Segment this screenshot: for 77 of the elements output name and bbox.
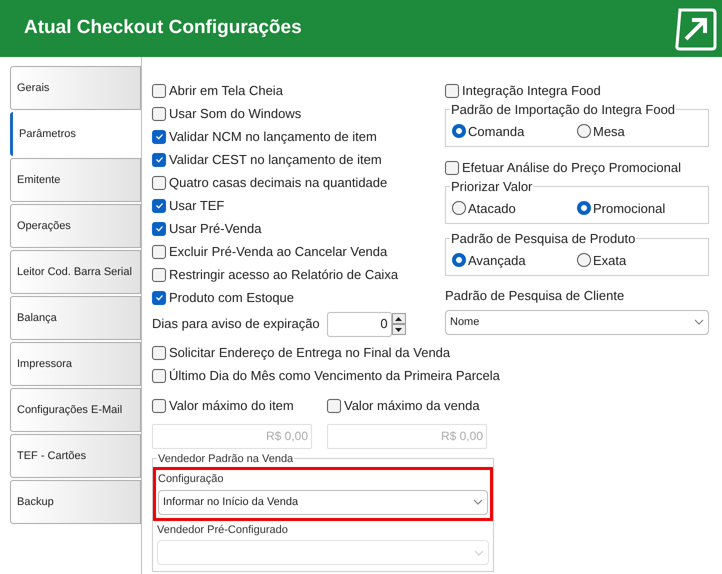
checkmark-icon: [154, 132, 164, 141]
checkbox-label[interactable]: Solicitar Endereço de Entrega no Final da Venda: [169, 342, 450, 362]
sidebar-tab[interactable]: TEF - Cartões: [10, 434, 141, 478]
checkbox-label[interactable]: Usar Som do Windows: [169, 104, 302, 124]
radio-button[interactable]: [577, 253, 591, 268]
radio-label[interactable]: Promocional: [593, 198, 666, 218]
sidebar-tab[interactable]: Operações: [10, 204, 141, 248]
checkbox-label[interactable]: Quatro casas decimais na quantidade: [169, 172, 388, 192]
radio-label[interactable]: Exata: [593, 250, 626, 270]
radio-label[interactable]: Comanda: [468, 122, 524, 141]
spin-down-button[interactable]: [392, 324, 406, 335]
dropdown[interactable]: Nome: [445, 310, 709, 334]
checkbox-label[interactable]: Valor máximo do item: [169, 396, 294, 416]
checkbox[interactable]: [152, 130, 166, 144]
checkbox-label[interactable]: Validar NCM no lançamento de item: [169, 126, 377, 146]
group-label: Priorizar Valor: [450, 178, 534, 196]
radio-label[interactable]: Atacado: [468, 198, 516, 218]
triangle-up-icon: [395, 316, 402, 320]
checkbox[interactable]: [445, 84, 459, 98]
window-title: Atual Checkout Configurações: [24, 16, 302, 40]
checkbox-label[interactable]: Abrir em Tela Cheia: [169, 80, 283, 100]
sidebar-tab[interactable]: Gerais: [10, 66, 141, 110]
checkbox-label[interactable]: Integração Integra Food: [462, 80, 601, 100]
sidebar-tab[interactable]: Backup: [10, 480, 141, 524]
radio-button[interactable]: [577, 201, 591, 216]
field-label: Dias para aviso de expiração: [152, 315, 320, 334]
checkbox[interactable]: [152, 84, 166, 98]
checkbox-label[interactable]: Produto com Estoque: [169, 288, 294, 308]
spin-up-button[interactable]: [392, 313, 406, 324]
group-label: Padrão de Importação do Integra Food: [450, 101, 676, 119]
checkbox[interactable]: [152, 346, 166, 360]
checkbox[interactable]: [152, 222, 166, 236]
field-label: Configuração: [158, 472, 224, 487]
sidebar-tab[interactable]: Leitor Cod. Barra Serial: [10, 250, 141, 294]
checkmark-icon: [154, 293, 164, 302]
sidebar-tab[interactable]: Impressora: [10, 342, 141, 386]
checkbox[interactable]: [152, 106, 166, 120]
checkbox[interactable]: [152, 244, 166, 258]
checkbox-label[interactable]: Excluir Pré-Venda ao Cancelar Venda: [169, 242, 388, 262]
sidebar-tab[interactable]: Balança: [10, 296, 141, 340]
dropdown[interactable]: Informar no Início da Venda: [158, 490, 488, 514]
radio-button[interactable]: [452, 253, 466, 268]
checkmark-icon: [154, 155, 164, 164]
checkbox[interactable]: [445, 160, 459, 174]
checkmark-icon: [154, 224, 164, 233]
checkbox-label[interactable]: Efetuar Análise do Preço Promocional: [462, 158, 681, 178]
field-label: Vendedor Pré-Configurado: [157, 522, 289, 538]
checkbox[interactable]: [327, 398, 341, 413]
checkbox-label[interactable]: Valor máximo da venda: [344, 396, 480, 416]
number-field[interactable]: 0: [326, 312, 392, 336]
chevron-down-icon: [694, 319, 704, 325]
checkbox-label[interactable]: Último Dia do Mês como Vencimento da Primeira Parcela: [169, 366, 500, 386]
checkbox[interactable]: [152, 176, 166, 190]
sidebar-tab[interactable]: Configurações E-Mail: [10, 388, 141, 432]
checkmark-icon: [154, 201, 164, 210]
chevron-down-icon: [473, 499, 483, 505]
checkbox[interactable]: [152, 368, 166, 382]
sidebar-tab[interactable]: Emitente: [10, 158, 141, 202]
group-label: Padrão de Pesquisa de Produto: [450, 230, 636, 248]
radio-button[interactable]: [452, 124, 466, 138]
checkbox[interactable]: [152, 290, 166, 304]
radio-label[interactable]: Avançada: [468, 250, 526, 270]
radio-label[interactable]: Mesa: [593, 122, 625, 141]
checkbox-label[interactable]: Validar CEST no lançamento de item: [169, 150, 382, 170]
checkbox[interactable]: [152, 198, 166, 212]
radio-button[interactable]: [577, 124, 591, 138]
checkbox[interactable]: [152, 268, 166, 282]
chevron-down-icon: [474, 550, 484, 556]
checkbox[interactable]: [152, 398, 166, 413]
radio-button[interactable]: [452, 201, 466, 216]
checkbox-label[interactable]: Usar TEF: [169, 196, 224, 216]
checkbox[interactable]: [152, 152, 166, 166]
triangle-down-icon: [395, 328, 402, 332]
checkbox-label[interactable]: Restringir acesso ao Relatório de Caixa: [169, 264, 398, 284]
field-label: Padrão de Pesquisa de Cliente: [445, 287, 626, 305]
checkbox-label[interactable]: Usar Pré-Venda: [169, 218, 262, 238]
group-label: Vendedor Padrão na Venda: [157, 452, 294, 466]
